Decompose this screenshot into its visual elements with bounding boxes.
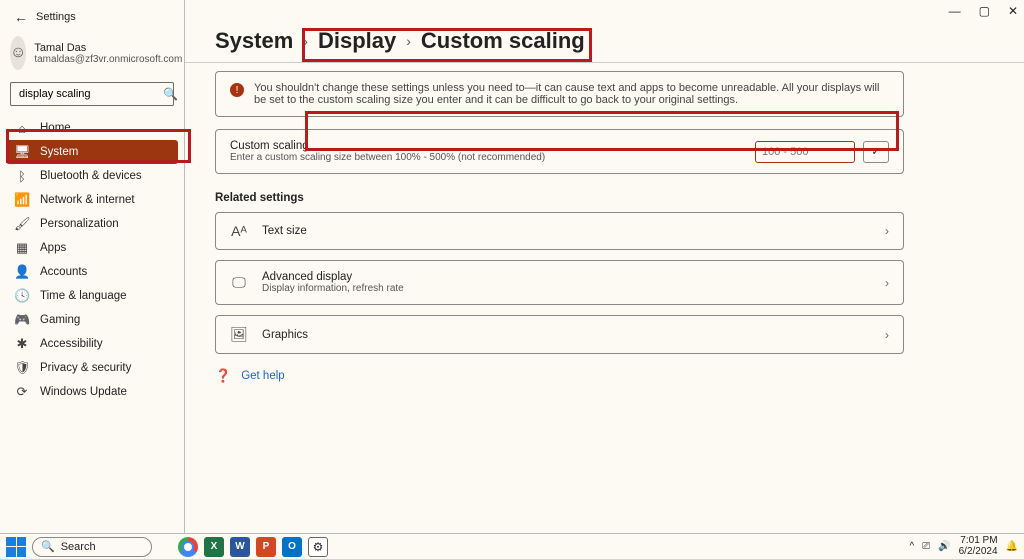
chevron-right-icon: ›: [303, 33, 308, 49]
taskbar-search[interactable]: 🔍 Search: [32, 537, 152, 557]
related-graphics[interactable]: 🖼 Graphics ›: [215, 315, 904, 354]
sidebar-item-accounts[interactable]: 👤 Accounts: [6, 260, 178, 284]
main-panel: — ▢ ✕ System › Display › Custom scaling …: [185, 0, 1024, 533]
related-icon: 🖼: [230, 326, 248, 343]
nav-list: ⌂ Home 🖥 System ᛒ Bluetooth & devices 📶 Network…: [0, 116, 184, 404]
window-title: Settings: [36, 11, 76, 23]
warning-icon: !: [230, 83, 244, 97]
user-account[interactable]: ☺ Tamal Das tamaldas@zf3vr.onmicrosoft.c…: [0, 28, 184, 82]
warning-banner: ! You shouldn't change these settings un…: [215, 71, 904, 117]
nav-label: Gaming: [40, 314, 80, 326]
breadcrumb: System › Display › Custom scaling: [215, 28, 1004, 54]
nav-icon: ᛒ: [14, 169, 30, 184]
taskbar-outlook-icon[interactable]: O: [282, 537, 302, 557]
minimize-button[interactable]: —: [949, 4, 961, 18]
back-button[interactable]: ←: [14, 9, 28, 25]
sidebar-item-apps[interactable]: ▦ Apps: [6, 236, 178, 260]
sidebar-item-privacy-security[interactable]: 🛡 Privacy & security: [6, 356, 178, 380]
warning-text: You shouldn't change these settings unle…: [254, 82, 889, 106]
sidebar-item-windows-update[interactable]: ⟳ Windows Update: [6, 380, 178, 404]
related-title: Advanced display: [262, 271, 871, 283]
chevron-right-icon: ›: [885, 328, 889, 342]
taskbar-date: 6/2/2024: [959, 547, 998, 558]
tray-display-icon[interactable]: ⎚: [922, 541, 930, 552]
related-settings-heading: Related settings: [215, 192, 904, 204]
breadcrumb-display[interactable]: Display: [318, 28, 396, 54]
help-icon: ❓: [215, 368, 231, 384]
sidebar-item-system[interactable]: 🖥 System: [6, 140, 178, 164]
search-icon: 🔍: [163, 87, 178, 101]
chevron-right-icon: ›: [406, 33, 411, 49]
nav-label: System: [40, 146, 78, 158]
taskbar-chrome-icon[interactable]: [178, 537, 198, 557]
taskbar-word-icon[interactable]: W: [230, 537, 250, 557]
nav-label: Time & language: [40, 290, 127, 302]
tray-chevron-icon[interactable]: ^: [909, 541, 914, 552]
nav-label: Privacy & security: [40, 362, 131, 374]
nav-label: Personalization: [40, 218, 119, 230]
related-title: Graphics: [262, 329, 871, 341]
breadcrumb-custom-scaling: Custom scaling: [421, 28, 585, 54]
related-subtitle: Display information, refresh rate: [262, 283, 871, 294]
nav-icon: 🛡: [14, 360, 30, 376]
search-input[interactable]: [17, 87, 163, 101]
custom-scaling-title: Custom scaling: [230, 140, 545, 152]
taskbar-excel-icon[interactable]: X: [204, 537, 224, 557]
sidebar-item-network-internet[interactable]: 📶 Network & internet: [6, 188, 178, 212]
sidebar: ← Settings ☺ Tamal Das tamaldas@zf3vr.on…: [0, 0, 185, 533]
taskbar-clock[interactable]: 7:01 PM 6/2/2024: [959, 536, 998, 557]
nav-label: Accounts: [40, 266, 87, 278]
user-email: tamaldas@zf3vr.onmicrosoft.com: [34, 54, 182, 65]
close-button[interactable]: ✕: [1008, 4, 1018, 18]
tray-volume-icon[interactable]: 🔊: [938, 541, 950, 552]
taskbar-search-label: Search: [61, 541, 96, 553]
nav-label: Bluetooth & devices: [40, 170, 142, 182]
nav-icon: ⌂: [14, 121, 30, 136]
chevron-right-icon: ›: [885, 276, 889, 290]
nav-icon: ✱: [14, 336, 30, 352]
related-icon: 🖵: [230, 274, 248, 291]
nav-icon: 🎮: [14, 312, 30, 328]
breadcrumb-system[interactable]: System: [215, 28, 293, 54]
apply-button[interactable]: ✓: [863, 141, 889, 163]
start-button[interactable]: [6, 537, 26, 557]
taskbar: 🔍 Search X W P O ⚙ ^ ⎚ 🔊 7:01 PM 6/2/202…: [0, 533, 1024, 559]
nav-label: Apps: [40, 242, 66, 254]
nav-icon: 🕓: [14, 288, 30, 304]
related-advanced-display[interactable]: 🖵 Advanced displayDisplay information, re…: [215, 260, 904, 305]
maximize-button[interactable]: ▢: [979, 4, 990, 18]
nav-label: Network & internet: [40, 194, 135, 206]
search-icon: 🔍: [41, 540, 55, 553]
taskbar-powerpoint-icon[interactable]: P: [256, 537, 276, 557]
sidebar-item-personalization[interactable]: 🖌 Personalization: [6, 212, 178, 236]
nav-icon: ⟳: [14, 384, 30, 400]
related-icon: Aᴬ: [230, 223, 248, 239]
get-help-link[interactable]: Get help: [241, 370, 284, 382]
user-name: Tamal Das: [34, 42, 182, 54]
custom-scaling-input[interactable]: [755, 141, 855, 163]
nav-icon: 👤: [14, 264, 30, 280]
sidebar-item-time-language[interactable]: 🕓 Time & language: [6, 284, 178, 308]
nav-label: Home: [40, 122, 71, 134]
nav-label: Accessibility: [40, 338, 103, 350]
related-title: Text size: [262, 225, 871, 237]
taskbar-settings-icon[interactable]: ⚙: [308, 537, 328, 557]
custom-scaling-card: Custom scaling Enter a custom scaling si…: [215, 129, 904, 174]
sidebar-item-bluetooth-devices[interactable]: ᛒ Bluetooth & devices: [6, 164, 178, 188]
chevron-right-icon: ›: [885, 224, 889, 238]
tray-notifications-icon[interactable]: 🔔: [1006, 541, 1018, 552]
sidebar-item-home[interactable]: ⌂ Home: [6, 116, 178, 140]
nav-icon: 🖥: [14, 144, 30, 160]
custom-scaling-subtitle: Enter a custom scaling size between 100%…: [230, 152, 545, 163]
search-input-wrapper[interactable]: 🔍: [10, 82, 174, 106]
sidebar-item-gaming[interactable]: 🎮 Gaming: [6, 308, 178, 332]
avatar: ☺: [10, 36, 26, 70]
taskbar-time: 7:01 PM: [960, 536, 997, 547]
sidebar-item-accessibility[interactable]: ✱ Accessibility: [6, 332, 178, 356]
related-text-size[interactable]: Aᴬ Text size ›: [215, 212, 904, 250]
nav-label: Windows Update: [40, 386, 127, 398]
nav-icon: 📶: [14, 192, 30, 208]
nav-icon: ▦: [14, 240, 30, 256]
nav-icon: 🖌: [14, 216, 30, 232]
